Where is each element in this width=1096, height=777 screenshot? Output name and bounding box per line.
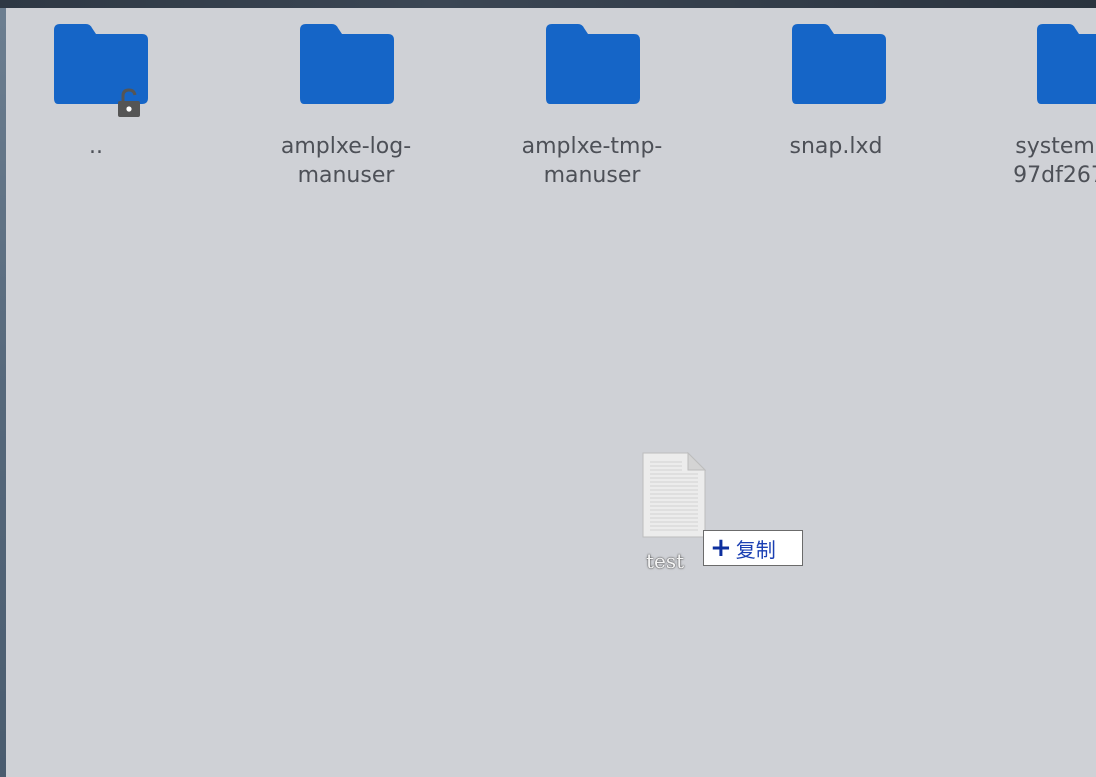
folder-item-systemd[interactable]: systemd-p 97df26754 <box>981 8 1096 208</box>
file-browser-view[interactable]: .. amplxe-log- manuser amplxe-tmp- manus… <box>6 8 1096 777</box>
folder-item-snap-lxd[interactable]: snap.lxd <box>736 8 936 208</box>
plus-icon: + <box>710 533 732 563</box>
folder-item-amplxe-tmp[interactable]: amplxe-tmp- manuser <box>492 8 692 208</box>
dragged-file-label: test <box>646 549 685 573</box>
folder-label: systemd-p 97df26754 <box>1013 134 1096 188</box>
window-top-edge <box>0 0 1096 8</box>
dragged-file-icon[interactable] <box>642 451 707 542</box>
folder-label: amplxe-log- manuser <box>280 134 412 188</box>
folder-icon <box>790 24 886 104</box>
folder-item-parent[interactable]: .. <box>6 8 196 208</box>
folder-label: amplxe-tmp- manuser <box>521 134 663 188</box>
copy-action-label: 复制 <box>735 537 776 562</box>
folder-icon <box>298 24 394 104</box>
folder-icon <box>1035 24 1096 104</box>
folder-label: .. <box>89 134 103 159</box>
folder-item-amplxe-log[interactable]: amplxe-log- manuser <box>246 8 446 208</box>
desktop-frame: .. amplxe-log- manuser amplxe-tmp- manus… <box>0 0 1096 777</box>
drag-copy-tooltip: + 复制 <box>703 530 803 566</box>
folder-label: snap.lxd <box>789 134 883 159</box>
folder-icon <box>544 24 640 104</box>
lock-open-icon <box>116 88 142 122</box>
